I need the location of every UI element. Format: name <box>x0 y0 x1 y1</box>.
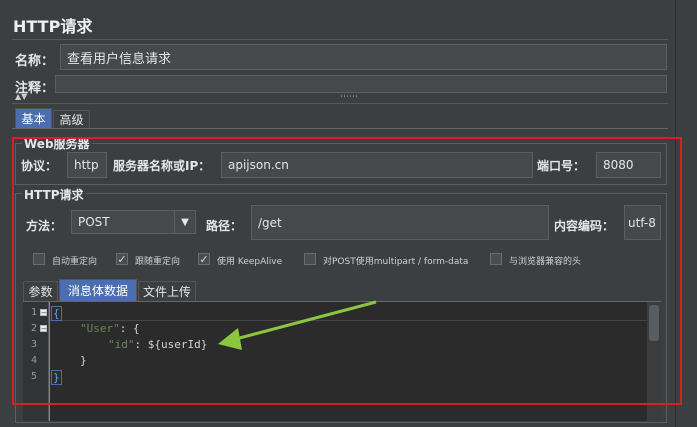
http-request-panel: HTTP请求 名称： 查看用户信息请求 注释： ▲▼ ⋯⋯ 基本 高级 Web服… <box>0 0 697 427</box>
annotation-arrow-icon <box>218 300 377 350</box>
